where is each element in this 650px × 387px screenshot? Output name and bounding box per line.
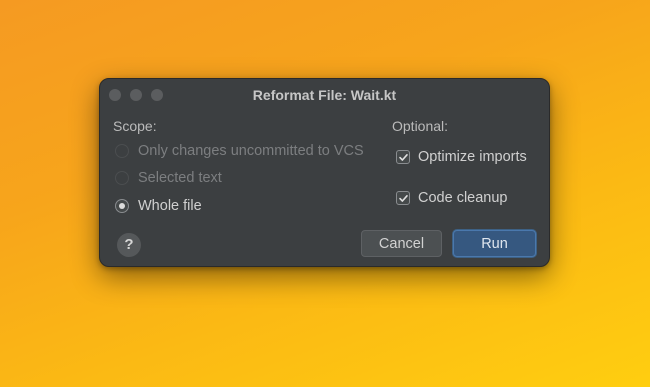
- scope-option-selected-text[interactable]: Selected text: [115, 168, 222, 188]
- optimize-imports-checkbox[interactable]: [396, 150, 410, 164]
- code-cleanup-option[interactable]: Code cleanup: [396, 188, 508, 208]
- run-button[interactable]: Run: [453, 230, 536, 257]
- code-cleanup-label: Code cleanup: [418, 190, 508, 206]
- optimize-imports-option[interactable]: Optimize imports: [396, 147, 527, 167]
- scope-label: Scope:: [113, 118, 157, 134]
- dialog-title: Reformat File: Wait.kt: [252, 87, 397, 103]
- radio-button[interactable]: [115, 171, 129, 185]
- help-button[interactable]: ?: [117, 233, 141, 257]
- optional-label: Optional:: [392, 118, 449, 134]
- radio-button-checked[interactable]: [115, 199, 129, 213]
- reformat-file-dialog: Reformat File: Wait.kt Scope: Only chang…: [99, 78, 550, 267]
- checkmark-icon: [399, 154, 408, 161]
- scope-option-label: Selected text: [138, 170, 222, 186]
- radio-button[interactable]: [115, 144, 129, 158]
- optimize-imports-label: Optimize imports: [418, 149, 527, 165]
- checkmark-icon: [399, 195, 408, 202]
- code-cleanup-checkbox[interactable]: [396, 191, 410, 205]
- scope-option-label: Whole file: [138, 198, 202, 214]
- title-bar[interactable]: Reformat File: Wait.kt: [100, 79, 549, 111]
- scope-option-uncommitted[interactable]: Only changes uncommitted to VCS: [115, 141, 364, 161]
- scope-option-whole-file[interactable]: Whole file: [115, 196, 202, 216]
- cancel-button[interactable]: Cancel: [361, 230, 442, 257]
- scope-option-label: Only changes uncommitted to VCS: [138, 143, 364, 159]
